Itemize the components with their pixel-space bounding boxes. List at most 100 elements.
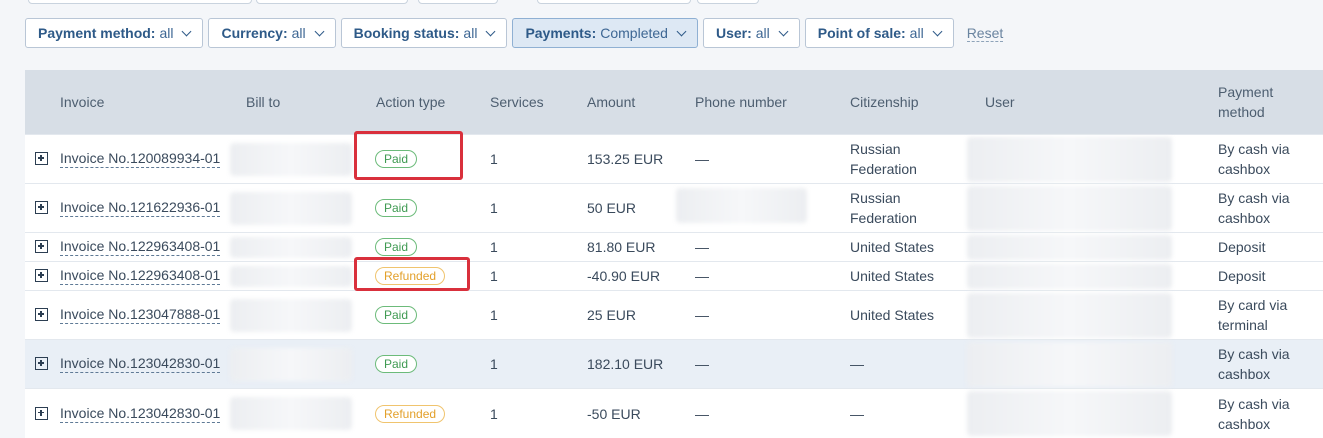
expand-plus-icon[interactable]	[35, 201, 48, 214]
services-count: 1	[490, 151, 498, 167]
invoice-link[interactable]: Invoice No.123042830-01	[60, 405, 221, 423]
services-count: 1	[490, 200, 498, 216]
bill-to-redacted	[230, 348, 352, 381]
filter-booking-status[interactable]: Booking status: all	[340, 18, 508, 48]
phone-value: —	[695, 405, 709, 422]
amount-value: 25 EUR	[587, 307, 637, 323]
chevron-down-icon	[676, 26, 687, 36]
expand-plus-icon[interactable]	[35, 269, 48, 282]
phone-value: —	[695, 268, 709, 284]
citizenship-value: Russian Federation	[850, 135, 917, 183]
bill-to-redacted	[230, 397, 352, 430]
filter-payment-method[interactable]: Payment method: all	[25, 18, 204, 48]
bill-to-redacted	[230, 299, 352, 332]
filter-point-of-sale[interactable]: Point of sale: all	[804, 18, 954, 48]
services-count: 1	[490, 356, 498, 372]
column-header-services[interactable]: Services	[490, 70, 544, 134]
filter-value: all	[291, 25, 306, 41]
filter-payments[interactable]: Payments: Completed	[512, 18, 698, 48]
filter-label: Currency:	[221, 25, 288, 41]
chevron-down-icon	[485, 26, 496, 36]
phone-value: —	[695, 356, 709, 372]
services-count: 1	[490, 268, 498, 284]
table-row[interactable]: Invoice No.121622936-01 Paid 1 50 EUR Ru…	[25, 183, 1323, 232]
payment-method-value: By cash via cashbox	[1218, 184, 1290, 232]
amount-value: 50 EUR	[587, 200, 637, 216]
payment-method-line: By cash via	[1218, 190, 1290, 206]
citizenship-value: Russian Federation	[850, 184, 917, 232]
column-header-user[interactable]: User	[985, 70, 1015, 134]
chevron-down-icon	[182, 26, 192, 36]
citizenship-value: United States	[850, 239, 935, 255]
bill-to-redacted	[230, 143, 352, 176]
citizenship-line: Federation	[850, 161, 917, 177]
invoices-table: Invoice Bill to Action type Services Amo…	[25, 70, 1323, 438]
table-row[interactable]: Invoice No.120089934-01 Paid 1 153.25 EU…	[25, 134, 1323, 183]
filter-currency[interactable]: Currency: all	[208, 18, 336, 48]
user-redacted	[967, 186, 1172, 231]
invoice-link[interactable]: Invoice No.123042830-01	[60, 355, 221, 373]
table-row[interactable]: Invoice No.123047888-01 Paid 1 25 EUR — …	[25, 290, 1323, 339]
table-row[interactable]: Invoice No.122963408-01 Paid 1 81.80 EUR…	[25, 232, 1323, 261]
invoice-link[interactable]: Invoice No.121622936-01	[60, 199, 221, 217]
citizenship-value: —	[850, 405, 864, 422]
filter-label: User:	[715, 25, 752, 41]
phone-value: —	[695, 239, 709, 255]
status-badge: Paid	[375, 355, 418, 373]
payment-method-line: cashbox	[1218, 415, 1271, 432]
table-row[interactable]: Invoice No.122963408-01 Refunded 1 -40.9…	[25, 261, 1323, 290]
payment-method-value: By card via terminal	[1218, 291, 1287, 339]
payment-method-value: Deposit	[1218, 268, 1266, 284]
highlight-box-refunded	[354, 257, 470, 291]
filter-bar: Payment method: all Currency: all Bookin…	[25, 18, 1004, 48]
citizenship-line: Russian	[850, 141, 901, 157]
filter-label: Payment method:	[38, 25, 156, 41]
amount-value: -50 EUR	[587, 405, 641, 422]
column-header-invoice[interactable]: Invoice	[60, 70, 104, 134]
payment-method-value: By cash via cashbox	[1218, 340, 1290, 388]
amount-value: 153.25 EUR	[587, 151, 664, 167]
filter-value: Completed	[600, 25, 668, 41]
expand-plus-icon[interactable]	[35, 357, 48, 370]
user-redacted	[967, 342, 1172, 387]
table-row[interactable]: Invoice No.123042830-01 Refunded 1 -50 E…	[25, 388, 1323, 438]
column-header-bill-to[interactable]: Bill to	[246, 70, 280, 134]
expand-plus-icon[interactable]	[35, 308, 48, 321]
bill-to-redacted	[230, 192, 352, 225]
chevron-down-icon	[932, 26, 943, 36]
citizenship-value: —	[850, 356, 864, 372]
status-badge: Paid	[375, 238, 418, 256]
invoice-link[interactable]: Invoice No.122963408-01	[60, 238, 221, 256]
invoice-link[interactable]: Invoice No.123047888-01	[60, 306, 221, 324]
column-header-action-type[interactable]: Action type	[376, 70, 445, 134]
filter-user[interactable]: User: all	[702, 18, 800, 48]
payment-method-line: By cash via	[1218, 346, 1290, 362]
top-strip	[0, 0, 1323, 4]
expand-plus-icon[interactable]	[35, 152, 48, 165]
amount-value: -40.90 EUR	[587, 268, 661, 284]
table-row[interactable]: Invoice No.123042830-01 Paid 1 182.10 EU…	[25, 339, 1323, 388]
payment-method-line: cashbox	[1218, 161, 1271, 177]
invoice-link[interactable]: Invoice No.122963408-01	[60, 267, 221, 285]
column-header-phone[interactable]: Phone number	[695, 70, 787, 134]
table-header: Invoice Bill to Action type Services Amo…	[25, 70, 1323, 134]
header-line: method	[1218, 104, 1265, 120]
expand-plus-icon[interactable]	[35, 240, 48, 253]
citizenship-value: United States	[850, 307, 935, 323]
reset-link[interactable]: Reset	[966, 25, 1004, 42]
expand-plus-icon[interactable]	[35, 406, 48, 420]
payment-method-line: terminal	[1218, 317, 1268, 333]
payment-method-line: By cash via	[1218, 141, 1290, 157]
column-header-payment-method[interactable]: Payment method	[1218, 70, 1273, 134]
status-badge: Paid	[375, 199, 418, 217]
chevron-down-icon	[314, 26, 325, 36]
user-redacted	[967, 137, 1172, 182]
filter-value: all	[909, 25, 924, 41]
filter-value: all	[463, 25, 478, 41]
payment-method-line: By card via	[1218, 297, 1288, 313]
chevron-down-icon	[778, 26, 789, 36]
bill-to-redacted	[230, 266, 352, 287]
invoice-link[interactable]: Invoice No.120089934-01	[60, 150, 221, 168]
column-header-citizenship[interactable]: Citizenship	[850, 70, 918, 134]
column-header-amount[interactable]: Amount	[587, 70, 635, 134]
